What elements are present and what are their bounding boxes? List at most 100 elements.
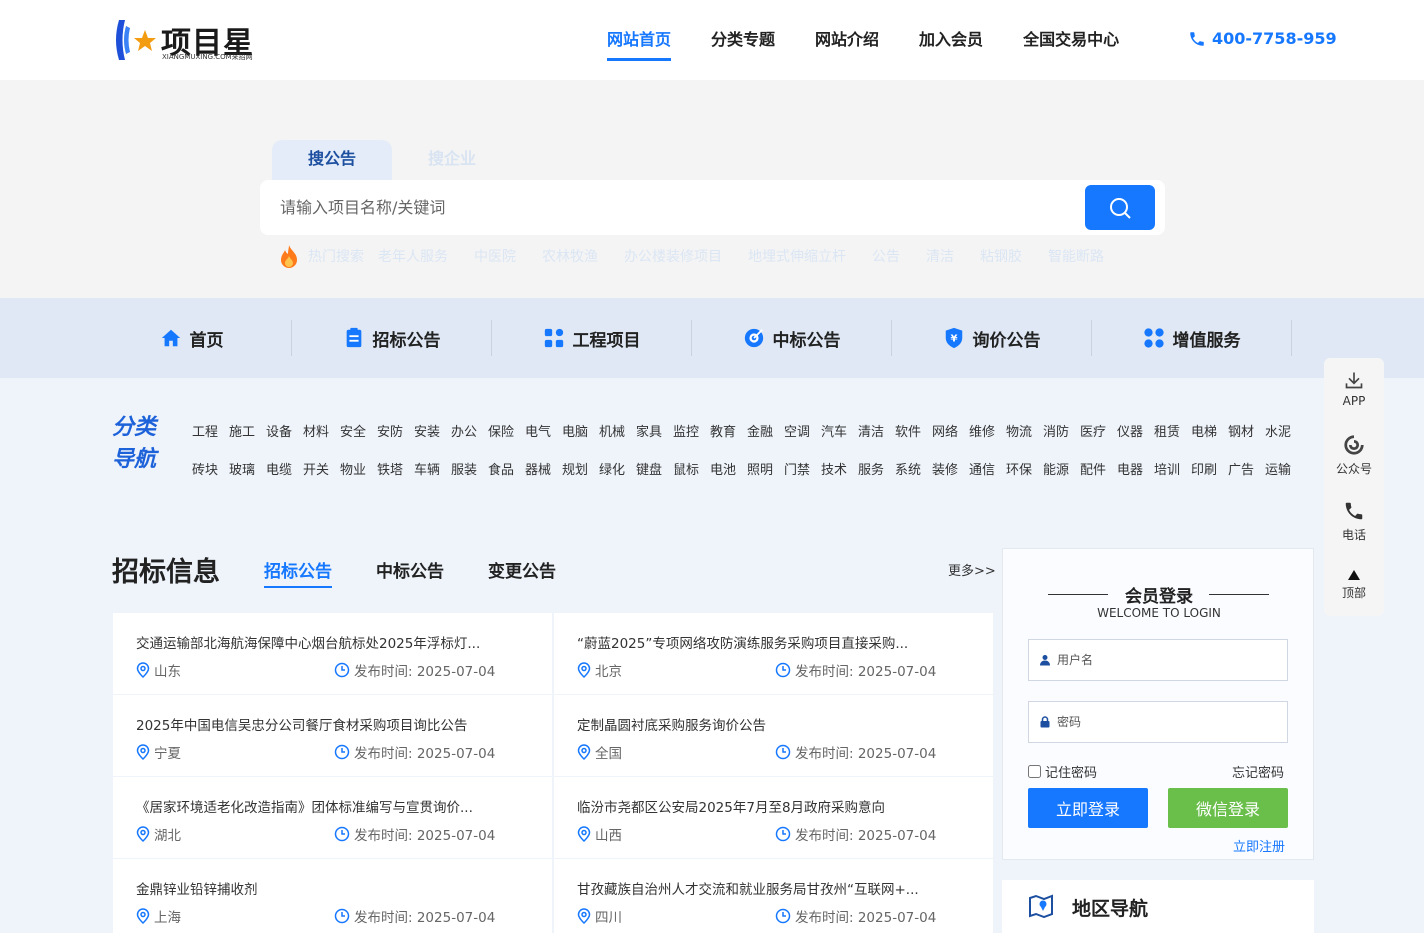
keyword-link[interactable]: 空调 [784,421,821,440]
keyword-link[interactable]: 广告 [1228,459,1265,478]
keyword-link[interactable]: 电缆 [266,459,303,478]
bid-item[interactable]: 2025年中国电信吴忠分公司餐厅食材采购项目询比公告 宁夏 发布时间: 2025-0… [113,695,552,776]
cat-home[interactable]: 首页 [92,320,292,356]
more-link[interactable]: 更多>> [948,560,996,579]
logo[interactable]: 项目星 XIANGMUXING.COM采招网 [111,14,271,66]
bid-item[interactable]: 《居家环境适老化改造指南》团体标准编写与宣贯询价... 湖北 发布时间: 2025-… [113,777,552,858]
keyword-link[interactable]: 电脑 [562,421,599,440]
bid-title[interactable]: 临汾市尧都区公安局2025年7月至8月政府采购意向 [577,796,885,816]
keyword-link[interactable]: 租赁 [1154,421,1191,440]
nav-topics[interactable]: 分类专题 [711,26,775,61]
keyword-link[interactable]: 配件 [1080,459,1117,478]
nav-trade-center[interactable]: 全国交易中心 [1023,26,1119,61]
bid-item[interactable]: 甘孜藏族自治州人才交流和就业服务局甘孜州“互联网+... 四川 发布时间: 2025… [554,859,993,933]
keyword-link[interactable]: 砖块 [192,459,229,478]
tab-search-company[interactable]: 搜企业 [392,140,512,180]
password-field[interactable] [1028,701,1288,743]
bid-title[interactable]: 交通运输部北海航海保障中心烟台航标处2025年浮标灯... [136,632,480,652]
side-phone[interactable]: 电话 [1324,500,1384,543]
hot-link[interactable]: 粘钢胶 [980,246,1022,266]
keyword-link[interactable]: 车辆 [414,459,451,478]
keyword-link[interactable]: 铁塔 [377,459,414,478]
keyword-link[interactable]: 食品 [488,459,525,478]
keyword-link[interactable]: 工程 [192,421,229,440]
hot-link[interactable]: 中医院 [474,246,516,266]
keyword-link[interactable]: 环保 [1006,459,1043,478]
bid-title[interactable]: 2025年中国电信吴忠分公司餐厅食材采购项目询比公告 [136,714,467,734]
cat-bid-notice[interactable]: 招标公告 [292,320,492,356]
username-input[interactable] [1057,653,1257,667]
keyword-link[interactable]: 清洁 [858,421,895,440]
side-app[interactable]: APP [1324,370,1384,408]
keyword-link[interactable]: 教育 [710,421,747,440]
cat-value-added[interactable]: 增值服务 [1092,320,1292,356]
keyword-link[interactable]: 鼠标 [673,459,710,478]
keyword-link[interactable]: 钢材 [1228,421,1265,440]
cat-award-notice[interactable]: 中标公告 [692,320,892,356]
forgot-password-link[interactable]: 忘记密码 [1232,762,1284,781]
side-top[interactable]: 顶部 [1324,570,1384,601]
keyword-link[interactable]: 照明 [747,459,784,478]
keyword-link[interactable]: 通信 [969,459,1006,478]
keyword-link[interactable]: 安全 [340,421,377,440]
keyword-link[interactable]: 医疗 [1080,421,1117,440]
keyword-link[interactable]: 门禁 [784,459,821,478]
keyword-link[interactable]: 开关 [303,459,340,478]
tab-change-notice[interactable]: 变更公告 [488,557,556,586]
keyword-link[interactable]: 家具 [636,421,673,440]
keyword-link[interactable]: 电器 [1117,459,1154,478]
keyword-link[interactable]: 设备 [266,421,303,440]
keyword-link[interactable]: 玻璃 [229,459,266,478]
keyword-link[interactable]: 绿化 [599,459,636,478]
side-official-account[interactable]: 公众号 [1324,434,1384,477]
bid-item[interactable]: 交通运输部北海航海保障中心烟台航标处2025年浮标灯... 山东 发布时间: 202… [113,613,552,694]
bid-item[interactable]: 金鼎锌业铅锌捕收剂 上海 发布时间: 2025-07-04 [113,859,552,933]
cat-projects[interactable]: 工程项目 [492,320,692,356]
wechat-login-button[interactable]: 微信登录 [1168,788,1288,828]
nav-join[interactable]: 加入会员 [919,26,983,61]
keyword-link[interactable]: 能源 [1043,459,1080,478]
keyword-link[interactable]: 网络 [932,421,969,440]
keyword-link[interactable]: 系统 [895,459,932,478]
keyword-link[interactable]: 物业 [340,459,377,478]
keyword-link[interactable]: 软件 [895,421,932,440]
nav-home[interactable]: 网站首页 [607,26,672,61]
tab-award-notice[interactable]: 中标公告 [376,557,444,586]
nav-about[interactable]: 网站介绍 [815,26,879,61]
hot-link[interactable]: 地埋式伸缩立杆 [748,246,846,266]
keyword-link[interactable]: 物流 [1006,421,1043,440]
hot-link[interactable]: 清洁 [926,246,954,266]
keyword-link[interactable]: 施工 [229,421,266,440]
keyword-link[interactable]: 电气 [525,421,562,440]
keyword-link[interactable]: 器械 [525,459,562,478]
bid-item[interactable]: 临汾市尧都区公安局2025年7月至8月政府采购意向 山西 发布时间: 2025-07… [554,777,993,858]
cat-inquiry-notice[interactable]: ¥ 询价公告 [892,320,1092,356]
keyword-link[interactable]: 机械 [599,421,636,440]
phone-contact[interactable]: 400-7758-959 [1188,29,1337,48]
bid-item[interactable]: “蔚蓝2025”专项网络攻防演练服务采购项目直接采购... 北京 发布时间: 202… [554,613,993,694]
remember-checkbox[interactable] [1028,765,1041,778]
keyword-link[interactable]: 安防 [377,421,414,440]
tab-bid-notice[interactable]: 招标公告 [264,557,332,588]
hot-link[interactable]: 智能断路 [1048,246,1104,266]
keyword-link[interactable]: 保险 [488,421,525,440]
keyword-link[interactable]: 维修 [969,421,1006,440]
keyword-link[interactable]: 培训 [1154,459,1191,478]
keyword-link[interactable]: 服装 [451,459,488,478]
keyword-link[interactable]: 监控 [673,421,710,440]
register-link[interactable]: 立即注册 [1233,836,1285,855]
keyword-link[interactable]: 电池 [710,459,747,478]
keyword-link[interactable]: 安装 [414,421,451,440]
bid-title[interactable]: 甘孜藏族自治州人才交流和就业服务局甘孜州“互联网+... [577,878,919,898]
keyword-link[interactable]: 印刷 [1191,459,1228,478]
username-field[interactable] [1028,639,1288,681]
keyword-link[interactable]: 办公 [451,421,488,440]
hot-link[interactable]: 办公楼装修项目 [624,246,722,266]
keyword-link[interactable]: 技术 [821,459,858,478]
keyword-link[interactable]: 仪器 [1117,421,1154,440]
keyword-link[interactable]: 消防 [1043,421,1080,440]
keyword-link[interactable]: 金融 [747,421,784,440]
hot-link[interactable]: 老年人服务 [378,246,448,266]
bid-title[interactable]: 金鼎锌业铅锌捕收剂 [136,878,258,898]
keyword-link[interactable]: 汽车 [821,421,858,440]
